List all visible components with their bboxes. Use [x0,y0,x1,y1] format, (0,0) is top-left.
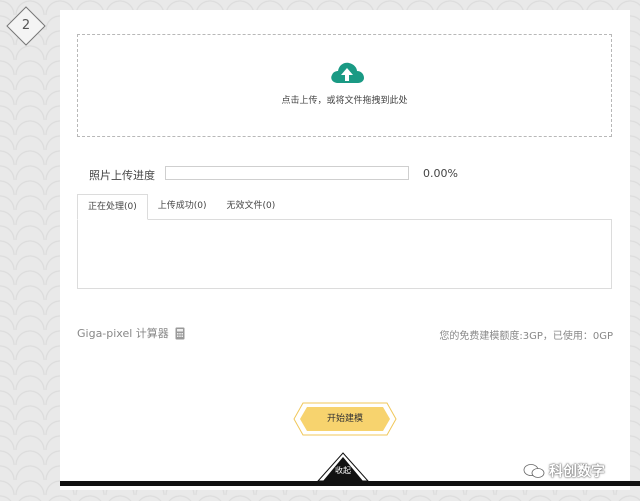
start-button-label: 开始建模 [326,414,363,424]
tab-processing[interactable]: 正在处理(0) [77,194,148,220]
step-badge: 2 [6,6,46,46]
upload-progress-label: 照片上传进度 [89,169,155,182]
upload-progress-bar [165,166,409,180]
upload-card: 点击上传，或将文件拖拽到此处 照片上传进度 0.00% 正在处理(0) 上传成功… [60,10,630,490]
upload-hint: 点击上传，或将文件拖拽到此处 [281,96,408,106]
collapse-button[interactable]: 收起 [316,452,370,482]
collapse-label: 收起 [335,466,351,475]
watermark: 科创数字 [523,461,605,481]
cloud-upload-icon [331,62,364,83]
start-modeling-button[interactable]: 开始建模 [293,402,397,436]
upload-dropzone[interactable]: 点击上传，或将文件拖拽到此处 [77,34,612,137]
watermark-text: 科创数字 [549,464,605,480]
file-status-tabs: 正在处理(0) 上传成功(0) 无效文件(0) [77,194,285,220]
tab-invalid-files[interactable]: 无效文件(0) [217,194,286,220]
calculator-icon [175,327,185,339]
modeling-quota: 您的免费建模额度:3GP，已使用：0GP [439,331,613,342]
upload-progress-percent: 0.00% [423,167,458,180]
wechat-icon [523,464,545,478]
gigapixel-calculator-link[interactable]: Giga-pixel 计算器 [77,325,185,341]
calculator-label: Giga-pixel 计算器 [77,327,169,340]
step-number: 2 [21,18,31,33]
tab-upload-success[interactable]: 上传成功(0) [148,194,217,220]
file-list-panel [77,219,612,289]
